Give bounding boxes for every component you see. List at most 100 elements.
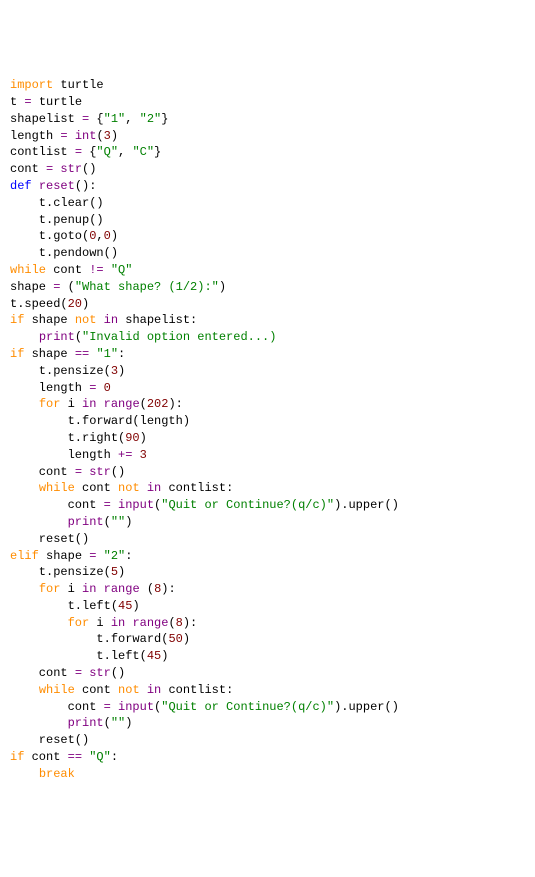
code-token: not [75, 313, 104, 327]
code-token: 3 [104, 129, 111, 143]
code-line: cont = str() [10, 665, 525, 682]
code-line: import turtle [10, 77, 525, 94]
code-token: shape [46, 549, 89, 563]
code-line: elif shape = "2": [10, 548, 525, 565]
code-token: cont [10, 465, 75, 479]
code-token: () [111, 666, 125, 680]
code-token: 202 [147, 397, 169, 411]
code-line: while cont != "Q" [10, 262, 525, 279]
code-token: t.forward( [10, 632, 168, 646]
code-token: 8 [176, 616, 183, 630]
code-token: input [118, 498, 154, 512]
code-token: 3 [111, 364, 118, 378]
code-token [10, 330, 39, 344]
code-token: ( [104, 515, 111, 529]
code-line: for i in range (8): [10, 581, 525, 598]
code-token: "Q" [89, 750, 111, 764]
code-token: shape [32, 347, 75, 361]
code-token: length [10, 381, 89, 395]
code-line: shapelist = {"1", "2"} [10, 111, 525, 128]
code-token: cont [10, 498, 104, 512]
code-token: = [60, 129, 74, 143]
code-token: ) [140, 431, 147, 445]
code-token: = [75, 145, 89, 159]
code-token: reset [39, 179, 75, 193]
code-token: "" [111, 515, 125, 529]
code-token: t [10, 95, 24, 109]
code-token: "Quit or Continue?(q/c)" [161, 700, 334, 714]
code-token: () [82, 162, 96, 176]
code-token: not [118, 683, 147, 697]
code-token: ) [118, 364, 125, 378]
code-token: ( [147, 582, 154, 596]
code-line: length += 3 [10, 447, 525, 464]
code-token: "2" [104, 549, 126, 563]
code-line: if shape not in shapelist: [10, 312, 525, 329]
code-token: for [68, 616, 97, 630]
code-token: ) [82, 297, 89, 311]
code-token: in [82, 397, 104, 411]
code-token: ): [168, 397, 182, 411]
code-line: length = 0 [10, 380, 525, 397]
code-token: "Invalid option entered...) [82, 330, 276, 344]
code-token: in [104, 313, 126, 327]
code-token: 0 [104, 229, 111, 243]
code-token: "2" [140, 112, 162, 126]
code-token: t.left( [10, 649, 147, 663]
code-token: range [104, 397, 140, 411]
code-token: : [118, 347, 125, 361]
code-token: import [10, 78, 60, 92]
code-token: reset() [10, 733, 89, 747]
code-token: if [10, 750, 32, 764]
code-token: 3 [140, 448, 147, 462]
code-token: , [96, 229, 103, 243]
code-token: cont [53, 263, 89, 277]
code-token: (): [75, 179, 97, 193]
code-token: elif [10, 549, 46, 563]
code-token [10, 397, 39, 411]
code-token: = [104, 498, 118, 512]
code-token: ) [125, 716, 132, 730]
code-token: , [118, 145, 132, 159]
code-token: cont [10, 162, 46, 176]
code-line: print("") [10, 715, 525, 732]
code-token [10, 683, 39, 697]
code-token: shape [32, 313, 75, 327]
code-token: = [75, 465, 89, 479]
code-token: i [68, 397, 82, 411]
code-token: = [104, 700, 118, 714]
code-token: in [111, 616, 133, 630]
code-token: = [75, 666, 89, 680]
code-token: 20 [68, 297, 82, 311]
code-token: t.speed( [10, 297, 68, 311]
code-line: for i in range(202): [10, 396, 525, 413]
code-token: "" [111, 716, 125, 730]
code-token: turtle [39, 95, 82, 109]
code-token: "1" [104, 112, 126, 126]
code-token: += [118, 448, 140, 462]
code-token: ) [118, 565, 125, 579]
code-token: t.goto( [10, 229, 89, 243]
code-token: cont [82, 481, 118, 495]
code-token: in [82, 582, 104, 596]
code-token: "What shape? (1/2):" [75, 280, 219, 294]
code-line: cont = input("Quit or Continue?(q/c)").u… [10, 497, 525, 514]
code-token [10, 582, 39, 596]
code-token: str [89, 465, 111, 479]
code-token: range [132, 616, 168, 630]
code-token: 90 [125, 431, 139, 445]
code-token: "Quit or Continue?(q/c)" [161, 498, 334, 512]
code-token: : [111, 750, 118, 764]
code-token: if [10, 347, 32, 361]
code-line: t.pendown() [10, 245, 525, 262]
code-token [10, 515, 68, 529]
code-token: contlist [10, 145, 75, 159]
code-token: i [96, 616, 110, 630]
code-token: = [46, 162, 60, 176]
code-line: t.left(45) [10, 598, 525, 615]
code-token: "C" [132, 145, 154, 159]
code-line: reset() [10, 531, 525, 548]
code-token: ).upper() [334, 700, 399, 714]
code-token: ): [161, 582, 175, 596]
code-token: , [125, 112, 139, 126]
